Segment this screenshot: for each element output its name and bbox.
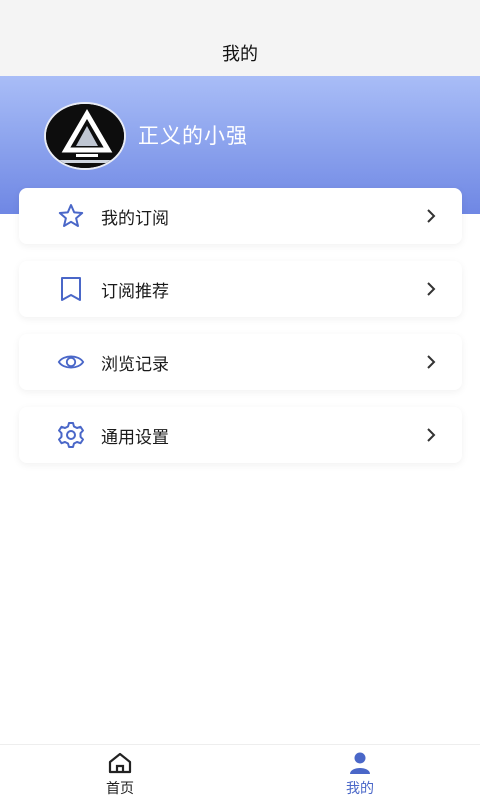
nav-bar: 我的: [0, 30, 480, 76]
home-icon: [106, 751, 134, 775]
tab-label: 首页: [106, 781, 134, 797]
star-icon: [57, 202, 85, 230]
bottom-tab-bar: 首页 我的: [0, 744, 480, 800]
status-bar: [0, 0, 480, 30]
bookmark-icon: [57, 275, 85, 303]
chevron-right-icon: [424, 207, 438, 225]
menu-item-subscription-recommend[interactable]: 订阅推荐: [19, 261, 462, 317]
tab-home[interactable]: 首页: [0, 745, 240, 800]
menu-item-label: 通用设置: [101, 428, 169, 448]
gear-icon: [57, 421, 85, 449]
chevron-right-icon: [424, 353, 438, 371]
user-icon: [346, 751, 374, 775]
menu-item-label: 订阅推荐: [101, 282, 169, 302]
menu-item-label: 浏览记录: [101, 355, 169, 375]
tab-mine[interactable]: 我的: [240, 745, 480, 800]
username: 正义的小强: [138, 124, 248, 148]
avatar[interactable]: [44, 102, 126, 170]
page-title: 我的: [222, 44, 258, 65]
menu-item-browse-history[interactable]: 浏览记录: [19, 334, 462, 390]
menu-item-my-subscriptions[interactable]: 我的订阅: [19, 188, 462, 244]
eye-icon: [57, 348, 85, 376]
chevron-right-icon: [424, 426, 438, 444]
menu-item-label: 我的订阅: [101, 209, 169, 229]
chevron-right-icon: [424, 280, 438, 298]
menu-item-general-settings[interactable]: 通用设置: [19, 407, 462, 463]
tab-label: 我的: [346, 781, 374, 797]
